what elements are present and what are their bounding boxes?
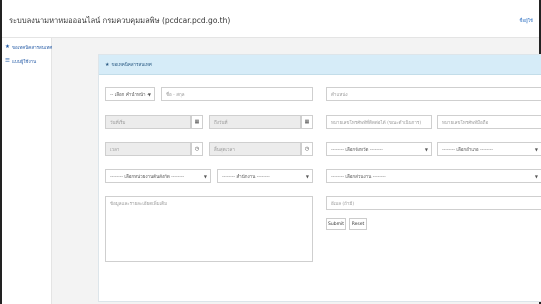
agency-select-value: -------- เลือกหน่วยงานต้นสังกัด -------- — [110, 174, 185, 180]
user-link[interactable]: ชื่อผู้ใช้ — [519, 17, 533, 24]
end-time-placeholder: สิ้นสุดเวลา — [214, 147, 235, 153]
sidebar-item-label: แบบผู้ใช้งาน — [11, 59, 37, 65]
start-date-input[interactable]: วันที่เริ่ม — [105, 115, 191, 129]
panel-header: ★ ขอเทคนิคสารสนเทศ — [99, 55, 541, 75]
form-panel: ★ ขอเทคนิคสารสนเทศ -- เลือก คำนำหน้า -- … — [98, 54, 541, 302]
sidebar-item-users[interactable]: ☰ แบบผู้ใช้งาน — [2, 54, 51, 68]
app-title: ระบบลงนามหาหมอออนไลน์ กรมควบคุมมลพิษ (pc… — [9, 16, 231, 25]
chevron-down-icon: ▼ — [534, 174, 538, 179]
prefix-select-value: -- เลือก คำนำหน้า -- — [110, 92, 151, 98]
position-placeholder: ตำแหน่ง — [331, 92, 348, 98]
clock-icon[interactable]: ◷ — [301, 142, 313, 156]
phone-placeholder: หมายเลขโทรศัพท์ที่ติดต่อได้ (ขณะดำเนินกา… — [331, 120, 422, 126]
district-select-value: -------- เลือกอำเภอ -------- — [442, 147, 494, 153]
prefix-select[interactable]: -- เลือก คำนำหน้า -- ▼ — [105, 87, 155, 101]
sidebar: ★ ขอเทคนิคสารสนเทศ ☰ แบบผู้ใช้งาน — [2, 38, 52, 304]
agency-select[interactable]: -------- เลือกหน่วยงานต้นสังกัด --------… — [105, 169, 211, 183]
end-date-placeholder: ถึงวันที่ — [214, 120, 228, 126]
chevron-down-icon: ▼ — [147, 92, 151, 97]
chevron-down-icon: ▼ — [534, 147, 538, 152]
clock-icon[interactable]: ◷ — [191, 142, 203, 156]
chevron-down-icon: ▼ — [305, 174, 309, 179]
calendar-icon[interactable]: ▦ — [191, 115, 203, 129]
office-select[interactable]: -------- สำนักงาน -------- ▼ — [217, 169, 313, 183]
phone-input[interactable]: หมายเลขโทรศัพท์ที่ติดต่อได้ (ขณะดำเนินกา… — [326, 115, 432, 129]
details-placeholder: ข้อมูลและรายละเอียดเพิ่มเติม — [110, 202, 168, 207]
sidebar-item-info[interactable]: ★ ขอเทคนิคสารสนเทศ — [2, 40, 53, 54]
department-select-value: -------- เลือกส่วนงาน -------- — [331, 174, 386, 180]
full-name-placeholder: ชื่อ - สกุล — [166, 92, 185, 98]
chevron-down-icon: ▼ — [424, 147, 428, 152]
office-select-value: -------- สำนักงาน -------- — [222, 174, 270, 180]
reset-button[interactable]: Reset — [349, 218, 367, 230]
top-bar: ระบบลงนามหาหมอออนไลน์ กรมควบคุมมลพิษ (pc… — [2, 0, 539, 38]
start-time-input[interactable]: เวลา — [105, 142, 191, 156]
main-content: ★ ขอเทคนิคสารสนเทศ -- เลือก คำนำหน้า -- … — [52, 38, 541, 304]
position-input[interactable]: ตำแหน่ง — [326, 87, 541, 101]
department-select[interactable]: -------- เลือกส่วนงาน -------- ▼ — [326, 169, 541, 183]
full-name-input[interactable]: ชื่อ - สกุล — [161, 87, 313, 101]
end-date-input[interactable]: ถึงวันที่ — [209, 115, 301, 129]
panel-title: ขอเทคนิคสารสนเทศ — [111, 63, 152, 68]
star-icon: ★ — [5, 44, 10, 50]
submit-button[interactable]: Submit — [326, 218, 346, 230]
end-time-input[interactable]: สิ้นสุดเวลา — [209, 142, 301, 156]
star-icon: ★ — [105, 61, 110, 68]
list-icon: ☰ — [5, 58, 10, 64]
mobile-placeholder: หมายเลขโทรศัพท์มือถือ — [442, 120, 489, 126]
district-select[interactable]: -------- เลือกอำเภอ -------- ▼ — [437, 142, 541, 156]
email-input[interactable]: อีเมล (ถ้ามี) — [326, 196, 541, 210]
calendar-icon[interactable]: ▦ — [301, 115, 313, 129]
province-select[interactable]: -------- เลือกจังหวัด -------- ▼ — [326, 142, 432, 156]
sidebar-item-label: ขอเทคนิคสารสนเทศ — [11, 45, 53, 51]
details-textarea[interactable]: ข้อมูลและรายละเอียดเพิ่มเติม — [105, 196, 313, 262]
province-select-value: -------- เลือกจังหวัด -------- — [331, 147, 383, 153]
start-date-placeholder: วันที่เริ่ม — [110, 120, 126, 126]
mobile-input[interactable]: หมายเลขโทรศัพท์มือถือ — [437, 115, 541, 129]
start-time-placeholder: เวลา — [110, 147, 120, 153]
chevron-down-icon: ▼ — [203, 174, 207, 179]
email-placeholder: อีเมล (ถ้ามี) — [331, 201, 355, 207]
